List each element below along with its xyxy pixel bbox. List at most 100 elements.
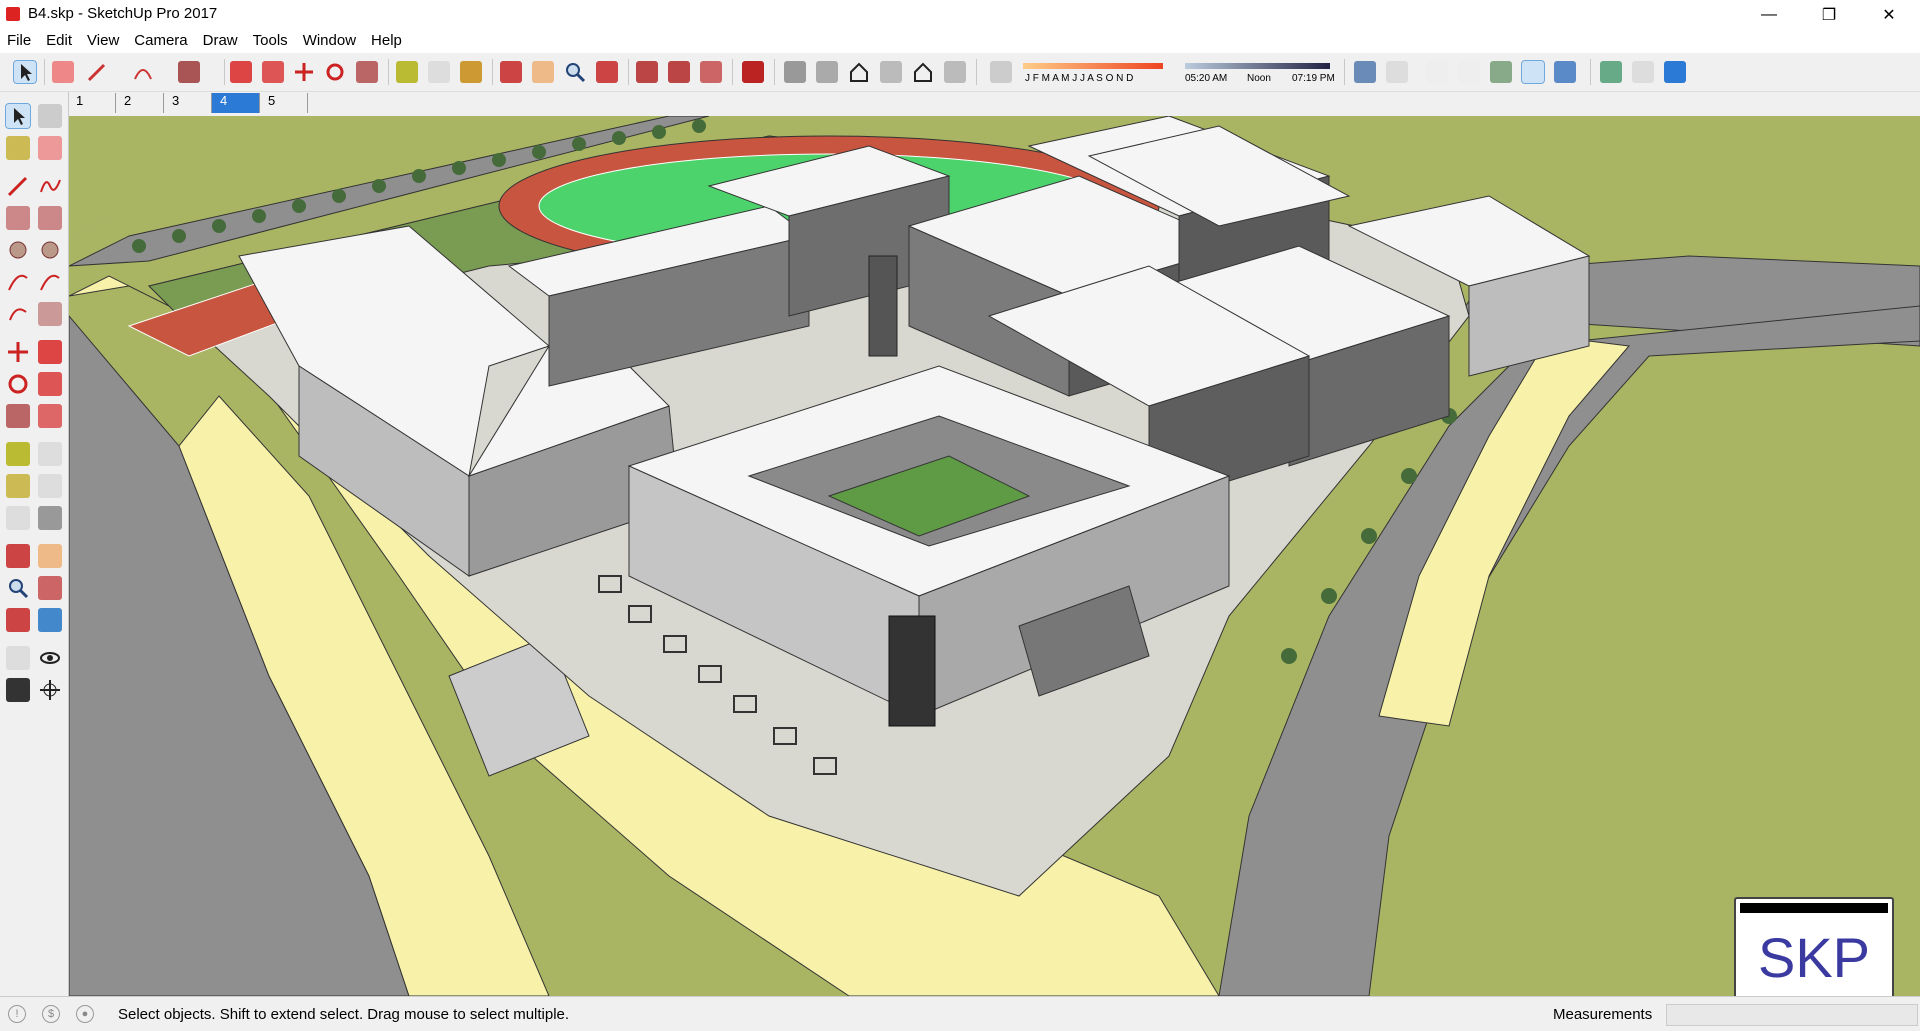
zoom-extents-icon[interactable] [596, 61, 618, 83]
select-icon[interactable] [5, 103, 31, 129]
arc-tool-icon[interactable] [132, 61, 154, 83]
previous-view-icon[interactable] [38, 608, 62, 632]
dimension-icon[interactable] [38, 442, 62, 466]
follow-me-tool-icon[interactable] [262, 61, 284, 83]
window-title: B4.skp - SketchUp Pro 2017 [28, 5, 218, 22]
scale-icon[interactable] [6, 404, 30, 428]
pencil-tool-icon[interactable] [86, 61, 108, 83]
orbit-tool-icon[interactable] [500, 61, 522, 83]
eraser-icon[interactable] [38, 136, 62, 160]
circle-icon[interactable] [6, 238, 30, 262]
scene-tab-4[interactable]: 4 [212, 93, 260, 113]
drawing-viewport[interactable] [69, 116, 1920, 996]
rectangle-icon[interactable] [6, 206, 30, 230]
credits-icon[interactable]: $ [42, 1005, 60, 1023]
axes-icon[interactable] [6, 506, 30, 530]
ruby-console-icon[interactable] [742, 61, 764, 83]
hidden-line-style-icon[interactable] [1458, 61, 1480, 83]
menu-edit[interactable]: Edit [39, 29, 80, 49]
offset-icon[interactable] [38, 404, 62, 428]
text-icon[interactable] [38, 474, 62, 498]
back-edges-style-icon[interactable] [1386, 61, 1408, 83]
push-pull-tool-icon[interactable] [230, 61, 252, 83]
look-around-icon[interactable] [38, 646, 62, 670]
paint-icon[interactable] [6, 136, 30, 160]
two-point-arc-icon[interactable] [38, 270, 62, 294]
move-icon[interactable] [6, 340, 30, 364]
date-slider[interactable] [1023, 63, 1163, 69]
freehand-icon[interactable] [38, 174, 62, 198]
shaded-style-icon[interactable] [1490, 61, 1512, 83]
close-button[interactable]: ✕ [1866, 0, 1912, 29]
shadows-toggle-icon[interactable] [990, 61, 1012, 83]
rotated-rectangle-icon[interactable] [38, 206, 62, 230]
scale-tool-icon[interactable] [356, 61, 378, 83]
zoom-icon[interactable] [6, 576, 30, 600]
position-camera-icon[interactable] [6, 646, 30, 670]
push-pull-icon[interactable] [38, 340, 62, 364]
warehouse-icon[interactable] [636, 61, 658, 83]
back-view-icon[interactable] [912, 61, 934, 83]
select-tool-icon[interactable] [13, 60, 37, 84]
tape-measure-tool-icon[interactable] [6, 442, 30, 466]
extension-warehouse-icon[interactable] [700, 61, 722, 83]
3d-text-icon[interactable] [38, 506, 62, 530]
polygon-icon[interactable] [38, 238, 62, 262]
toggle-terrain-icon[interactable] [1632, 61, 1654, 83]
xray-style-icon[interactable] [1354, 61, 1376, 83]
measurements-input[interactable] [1666, 1004, 1918, 1026]
menu-window[interactable]: Window [296, 29, 364, 49]
top-view-icon[interactable] [816, 61, 838, 83]
move-tool-icon[interactable] [293, 61, 315, 83]
menu-view[interactable]: View [80, 29, 127, 49]
title-bar: B4.skp - SketchUp Pro 2017 — ❐ ✕ [0, 0, 1920, 29]
rotate-tool-icon[interactable] [324, 61, 346, 83]
maximize-button[interactable]: ❐ [1806, 0, 1852, 29]
arc-icon[interactable] [6, 270, 30, 294]
rotate-icon[interactable] [6, 372, 30, 396]
scene-tab-3[interactable]: 3 [164, 93, 212, 113]
follow-me-icon[interactable] [38, 372, 62, 396]
menu-draw[interactable]: Draw [196, 29, 246, 49]
geo-location-icon[interactable]: ! [8, 1005, 26, 1023]
minimize-button[interactable]: — [1746, 0, 1792, 29]
left-view-icon[interactable] [944, 61, 966, 83]
walk-icon[interactable] [6, 678, 30, 702]
pan-tool-icon[interactable] [532, 61, 554, 83]
tape-measure-icon[interactable] [396, 61, 418, 83]
menu-help[interactable]: Help [364, 29, 410, 49]
user-account-icon[interactable]: ● [76, 1005, 94, 1023]
text-tool-icon[interactable] [428, 61, 450, 83]
shaded-textures-style-icon[interactable] [1521, 60, 1545, 84]
scene-tab-2[interactable]: 2 [116, 93, 164, 113]
scene-tab-1[interactable]: 1 [68, 93, 116, 113]
paint-bucket-icon[interactable] [460, 61, 482, 83]
pan-icon[interactable] [38, 544, 62, 568]
wireframe-style-icon[interactable] [1426, 61, 1448, 83]
orbit-icon[interactable] [6, 544, 30, 568]
line-icon[interactable] [6, 174, 30, 198]
zoom-extents-side-icon[interactable] [6, 608, 30, 632]
three-point-arc-icon[interactable] [6, 302, 30, 326]
section-plane-icon[interactable] [38, 678, 62, 702]
pie-icon[interactable] [38, 302, 62, 326]
eraser-tool-icon[interactable] [52, 61, 74, 83]
scene-tab-5[interactable]: 5 [260, 93, 308, 113]
photo-textures-icon[interactable] [1664, 61, 1686, 83]
menu-tools[interactable]: Tools [246, 29, 296, 49]
menu-file[interactable]: File [0, 29, 39, 49]
time-slider[interactable] [1185, 63, 1330, 69]
rectangle-tool-icon[interactable] [178, 61, 200, 83]
zoom-tool-icon[interactable] [564, 61, 586, 83]
monochrome-style-icon[interactable] [1554, 61, 1576, 83]
zoom-window-icon[interactable] [38, 576, 62, 600]
right-view-icon[interactable] [880, 61, 902, 83]
share-model-icon[interactable] [668, 61, 690, 83]
make-component-icon[interactable] [38, 104, 62, 128]
front-view-icon[interactable] [848, 61, 870, 83]
menu-camera[interactable]: Camera [127, 29, 195, 49]
add-location-icon[interactable] [1600, 61, 1622, 83]
watermark-text: SKP [1757, 926, 1871, 989]
iso-view-icon[interactable] [784, 61, 806, 83]
protractor-icon[interactable] [6, 474, 30, 498]
